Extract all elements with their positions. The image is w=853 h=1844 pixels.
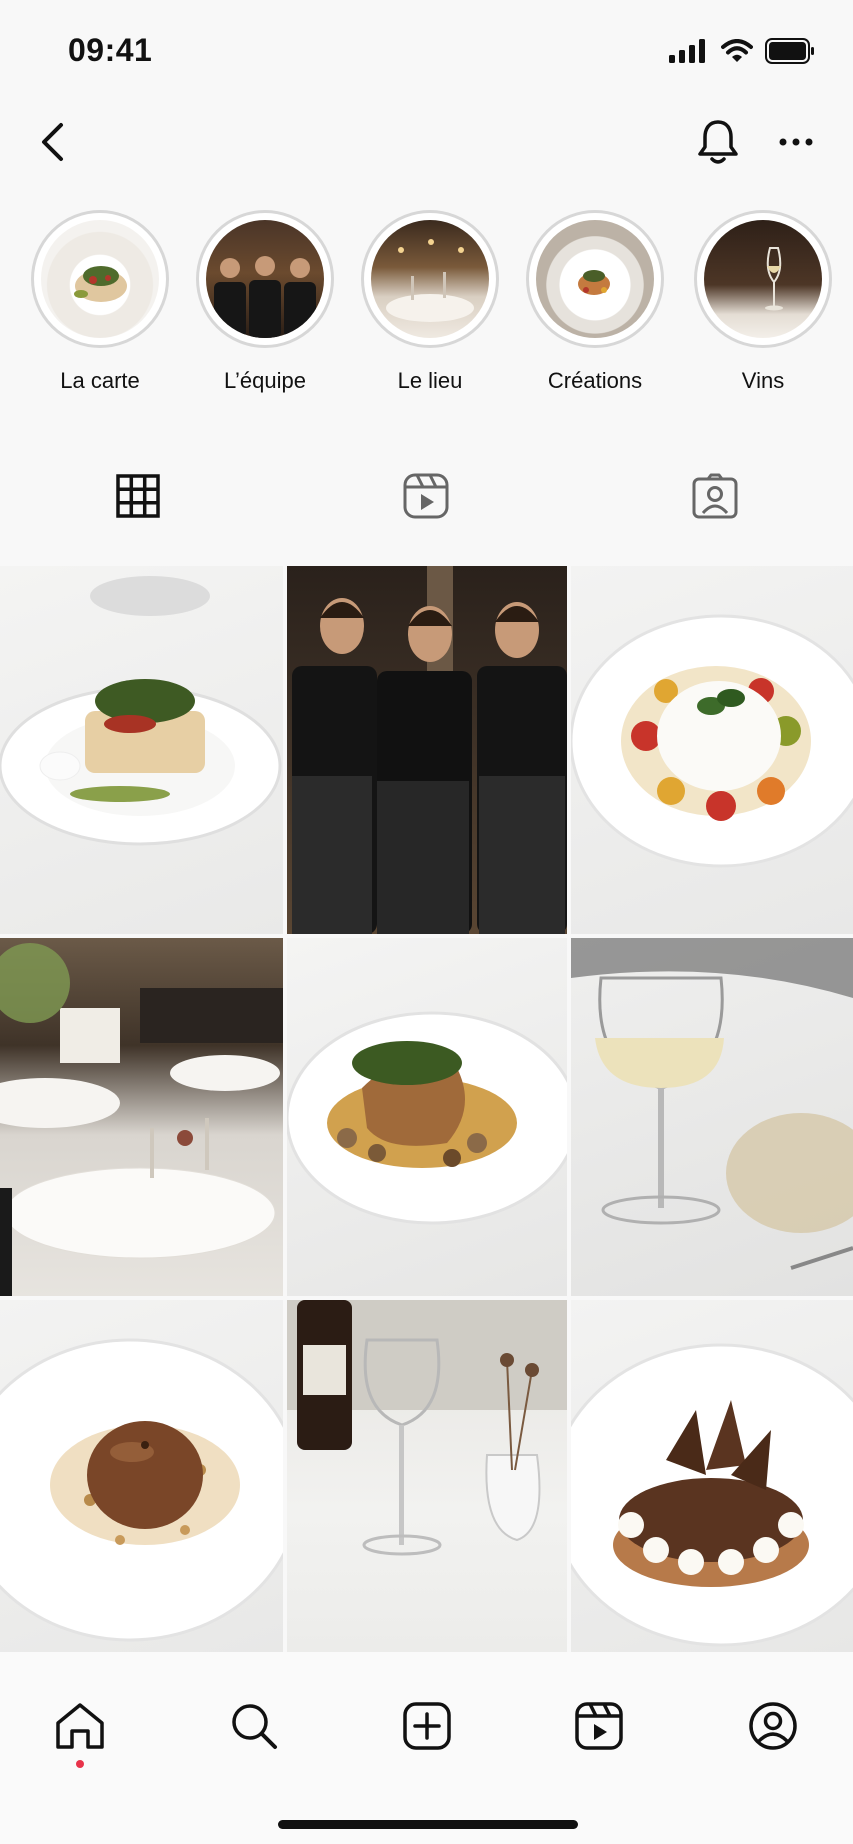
grid-post-4[interactable] — [0, 938, 283, 1296]
highlight-la-carte[interactable]: La carte — [25, 208, 175, 398]
grid-post-6[interactable] — [571, 938, 853, 1296]
highlight-label: Vins — [741, 368, 785, 393]
profile-tabs — [0, 460, 853, 532]
story-highlights: La carte L’équipe Le lieu Créations Vins — [0, 208, 853, 398]
highlight-creations[interactable]: Créations — [520, 208, 670, 398]
more-horizontal-icon — [779, 138, 813, 146]
search-icon — [232, 1704, 277, 1749]
home-indicator — [278, 1820, 578, 1829]
highlight-ring — [361, 210, 499, 348]
tab-reels[interactable] — [390, 460, 462, 532]
tab-posts-grid[interactable] — [102, 460, 174, 532]
tagged-icon — [692, 473, 738, 519]
status-bar: 09:41 — [0, 0, 853, 100]
back-button[interactable] — [30, 110, 74, 174]
chevron-left-icon — [42, 123, 63, 161]
dining-room-photo — [371, 220, 489, 338]
reels-icon — [575, 1702, 623, 1750]
bell-icon — [698, 120, 738, 164]
wifi-icon — [721, 39, 753, 62]
home-icon — [56, 1703, 104, 1749]
highlight-ring — [31, 210, 169, 348]
top-nav — [0, 110, 853, 174]
status-icons — [669, 38, 815, 64]
more-options-button[interactable] — [770, 110, 822, 174]
highlight-label: Créations — [547, 368, 643, 393]
wine-glass-photo — [704, 220, 822, 338]
grid-post-7[interactable] — [0, 1300, 283, 1652]
grid-post-3[interactable] — [571, 566, 853, 934]
reels-icon — [403, 473, 449, 519]
highlight-ring — [526, 210, 664, 348]
grid-icon — [116, 474, 160, 518]
highlight-l-equipe[interactable]: L’équipe — [190, 208, 340, 398]
highlight-label: La carte — [60, 368, 140, 393]
team-photo — [206, 220, 324, 338]
battery-icon — [765, 38, 814, 64]
plated-creation-photo — [536, 220, 654, 338]
highlight-ring — [694, 210, 832, 348]
highlight-ring — [196, 210, 334, 348]
nav-create[interactable] — [395, 1694, 459, 1758]
grid-post-8[interactable] — [287, 1300, 567, 1652]
nav-search[interactable] — [222, 1694, 286, 1758]
profile-icon — [749, 1702, 797, 1750]
status-time: 09:41 — [68, 32, 153, 68]
active-indicator-dot — [76, 1760, 84, 1768]
grid-post-2[interactable] — [287, 566, 567, 934]
highlight-label: L’équipe — [224, 368, 306, 393]
tab-tagged[interactable] — [679, 460, 751, 532]
signal-icon — [669, 39, 705, 63]
grid-post-5[interactable] — [287, 938, 567, 1296]
plated-dish-photo — [41, 220, 159, 338]
grid-post-9[interactable] — [571, 1300, 853, 1652]
highlight-label: Le lieu — [397, 368, 463, 393]
nav-reels[interactable] — [567, 1694, 631, 1758]
bottom-nav — [0, 1652, 853, 1844]
highlight-vins[interactable]: Vins — [688, 208, 838, 398]
grid-post-1[interactable] — [0, 566, 283, 934]
posts-grid — [0, 566, 853, 1652]
add-post-icon — [403, 1702, 451, 1750]
notifications-button[interactable] — [690, 110, 746, 174]
highlight-le-lieu[interactable]: Le lieu — [355, 208, 505, 398]
nav-profile[interactable] — [741, 1694, 805, 1758]
nav-home[interactable] — [48, 1694, 112, 1758]
